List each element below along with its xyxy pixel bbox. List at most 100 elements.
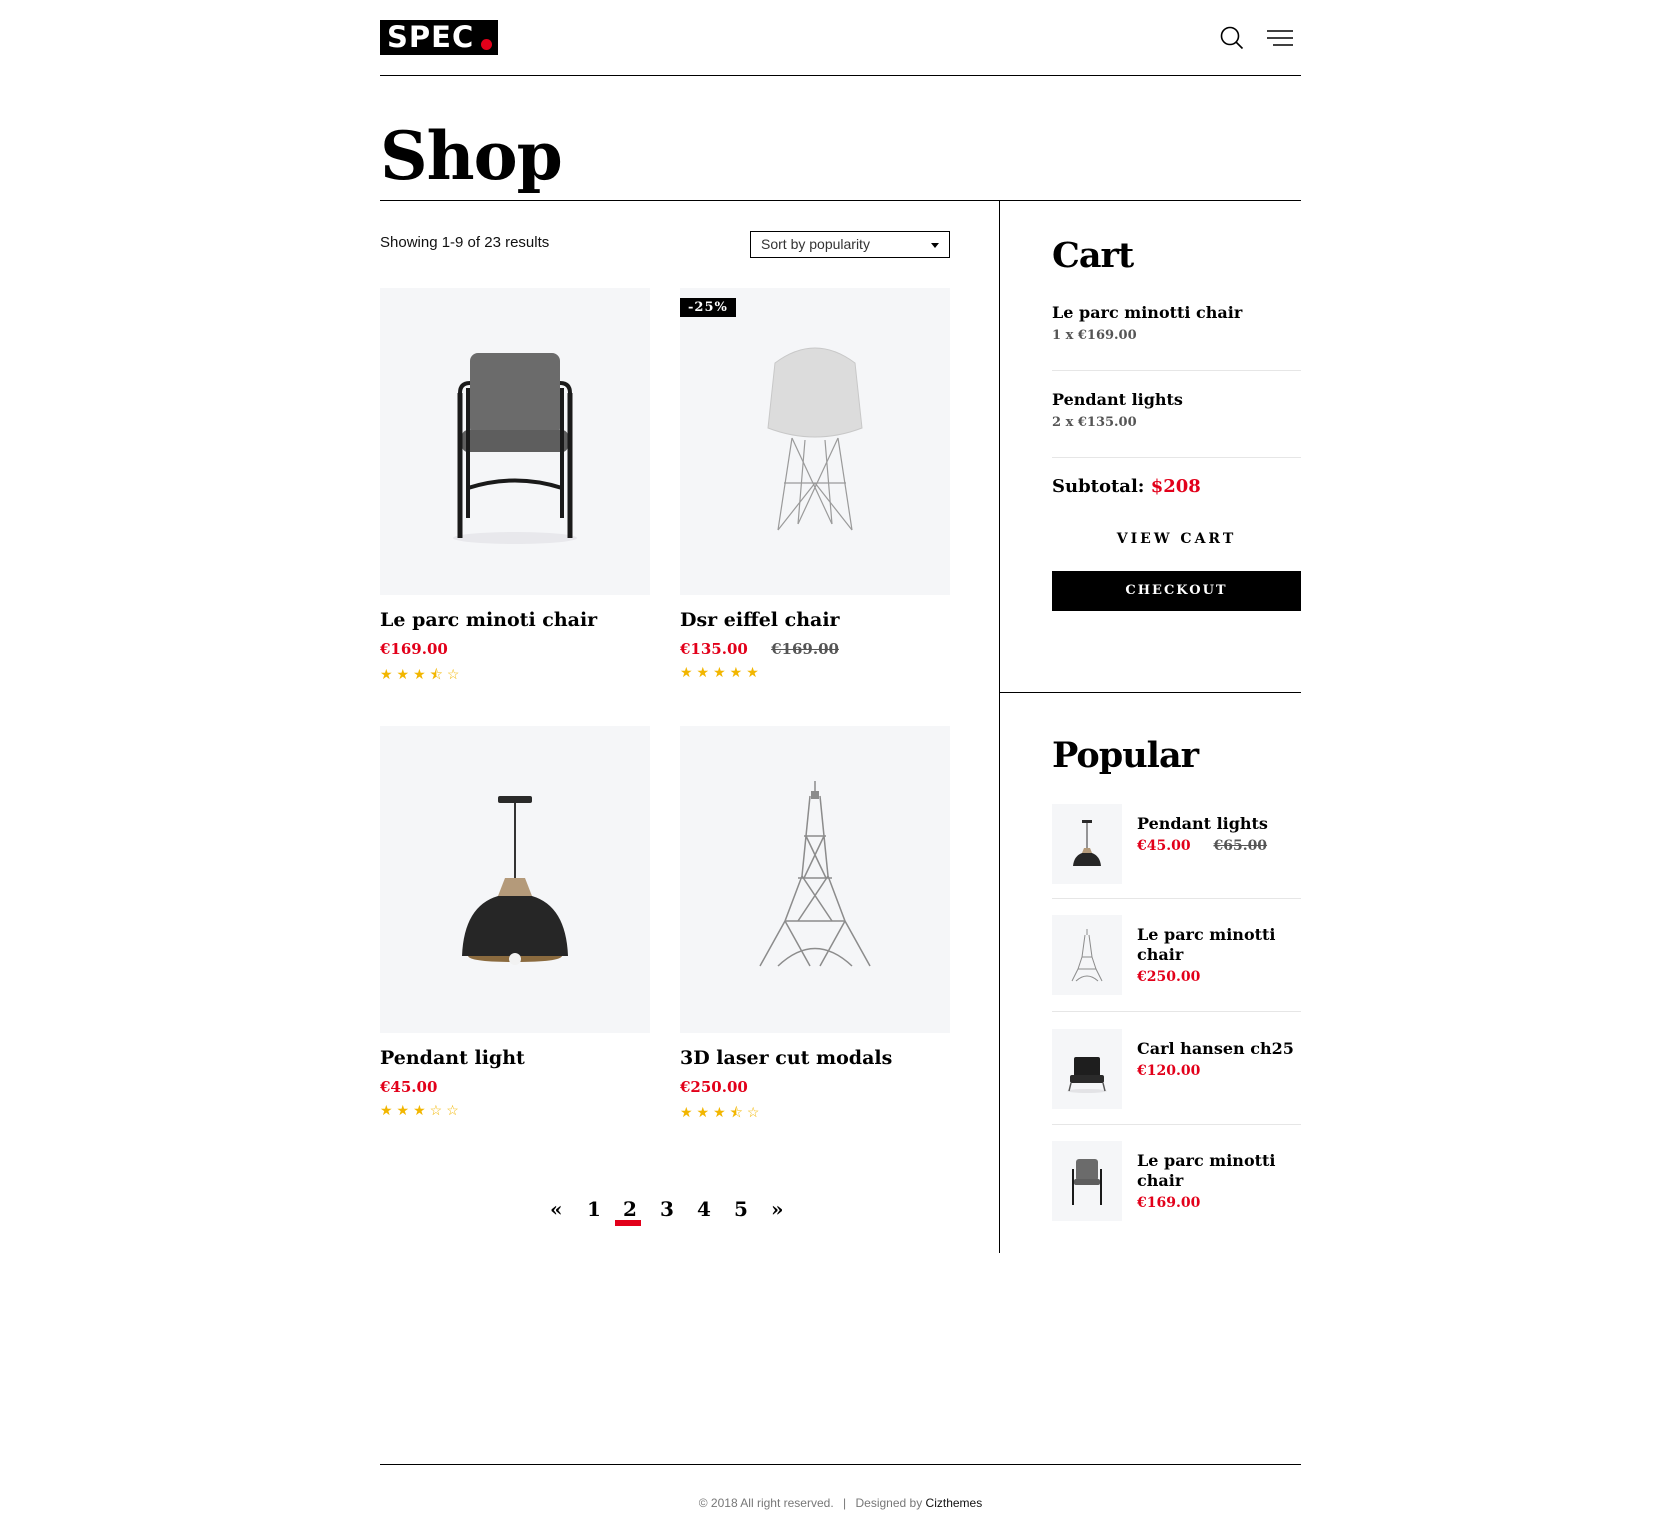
logo-text: SPEC (387, 20, 475, 54)
pendant-lamp-thumb (1073, 820, 1101, 866)
sort-label: Sort by popularity (761, 236, 870, 252)
page-title-text: Shop (380, 117, 563, 195)
popular-item-price: €45.00 (1137, 838, 1191, 854)
pagination-page-2-current[interactable]: 2 (623, 1197, 637, 1221)
rating-stars: ★★★⯪☆ (680, 1104, 764, 1120)
product-price: €135.00 (680, 640, 748, 658)
page-title: Shop (380, 116, 568, 196)
cart-divider (1052, 457, 1301, 458)
popular-item-name[interactable]: Carl hansen ch25 (1137, 1039, 1301, 1059)
checkout-button[interactable]: CHECKOUT (1052, 571, 1301, 611)
popular-item-prices: €250.00 (1137, 969, 1301, 985)
footer-separator: | (843, 1496, 847, 1510)
product-card: Le parc minoti chair €169.00 ★★★⯪☆ (380, 288, 650, 688)
menu-icon[interactable] (1267, 29, 1293, 47)
sidebar-section-divider (999, 692, 1301, 693)
footer-divider (380, 1464, 1301, 1465)
cart-item: Pendant lights 2 x €135.00 (1052, 390, 1301, 430)
product-image[interactable] (380, 288, 650, 595)
product-price: €45.00 (380, 1078, 438, 1096)
pagination-next[interactable]: » (771, 1197, 784, 1221)
popular-item-prices: €169.00 (1137, 1195, 1301, 1211)
pagination: « 1 2 3 4 5 » (550, 1197, 800, 1227)
site-header: SPEC (380, 20, 1301, 76)
cart-item-name[interactable]: Le parc minotti chair (1052, 303, 1301, 323)
discount-badge: -25% (680, 298, 736, 317)
footer-copyright: © 2018 All right reserved. (698, 1496, 834, 1510)
pagination-page-1[interactable]: 1 (587, 1197, 601, 1221)
product-image[interactable]: -25% (680, 288, 950, 595)
site-logo[interactable]: SPEC (380, 20, 498, 55)
view-cart-button[interactable]: VIEW CART (1052, 531, 1301, 547)
sort-select[interactable]: Sort by popularity (750, 231, 950, 258)
cart-divider (1052, 370, 1301, 371)
subtotal-label: Subtotal: (1052, 476, 1145, 497)
product-old-price: €169.00 (771, 640, 839, 658)
product-name[interactable]: Dsr eiffel chair (680, 608, 950, 632)
footer-brand-link[interactable]: Cizthemes (926, 1496, 983, 1510)
product-name[interactable]: Pendant light (380, 1046, 650, 1070)
popular-item-info: Pendant lights €45.00 €65.00 (1137, 814, 1301, 854)
popular-item-thumb[interactable] (1052, 1029, 1122, 1109)
pagination-prev[interactable]: « (550, 1197, 563, 1221)
site-footer: © 2018 All right reserved. | Designed by… (380, 1496, 1301, 1510)
product-card: Pendant light €45.00 ★★★☆☆ (380, 726, 650, 1119)
product-price: €250.00 (680, 1078, 748, 1096)
subtotal-value: $208 (1150, 476, 1201, 497)
popular-item-info: Carl hansen ch25 €120.00 (1137, 1039, 1301, 1079)
caret-down-icon (931, 243, 939, 248)
product-image[interactable] (680, 726, 950, 1033)
lounge-chair-thumb (1067, 1057, 1107, 1093)
eiffel-tower-image (759, 781, 871, 967)
result-count: Showing 1-9 of 23 results (380, 234, 550, 251)
product-name[interactable]: Le parc minoti chair (380, 608, 650, 632)
popular-divider (1052, 1124, 1301, 1125)
product-name[interactable]: 3D laser cut modals (680, 1046, 950, 1070)
product-card: -25% Dsr eiffel chair €135.00 €169.00 ★★… (680, 288, 950, 681)
popular-item-prices: €45.00 €65.00 (1137, 838, 1301, 854)
popular-item-info: Le parc minotti chair €169.00 (1137, 1151, 1301, 1211)
popular-item-price: €250.00 (1137, 969, 1201, 985)
popular-item-thumb[interactable] (1052, 915, 1122, 995)
popular-title-text: Popular (1052, 735, 1199, 776)
product-price: €169.00 (380, 640, 448, 658)
popular-divider (1052, 1011, 1301, 1012)
rating-stars: ★★★★★ (680, 664, 763, 680)
armchair-thumb (1072, 1159, 1102, 1205)
popular-item-name[interactable]: Le parc minotti chair (1137, 1151, 1301, 1191)
product-image[interactable] (380, 726, 650, 1033)
cart-item-name[interactable]: Pendant lights (1052, 390, 1301, 410)
pagination-page-4[interactable]: 4 (697, 1197, 711, 1221)
pendant-lamp-image (462, 796, 568, 965)
cart-title-text: Cart (1052, 235, 1134, 276)
product-prices: €45.00 (380, 1078, 650, 1096)
popular-divider (1052, 898, 1301, 899)
cart-title: Cart (1052, 235, 1134, 276)
cart-item-qty: 1 x €169.00 (1052, 328, 1137, 343)
popular-item-price: €120.00 (1137, 1063, 1201, 1079)
sidebar-divider (999, 200, 1000, 1253)
product-prices: €169.00 (380, 640, 650, 658)
footer-designed-by: Designed by (855, 1496, 923, 1510)
eiffel-tower-thumb (1071, 929, 1103, 982)
popular-item-name[interactable]: Le parc minotti chair (1137, 925, 1301, 965)
cart-item: Le parc minotti chair 1 x €169.00 (1052, 303, 1301, 343)
title-divider (380, 200, 1301, 201)
eiffel-chair-image (767, 347, 863, 531)
popular-title: Popular (1052, 735, 1204, 776)
pagination-page-3[interactable]: 3 (660, 1197, 674, 1221)
popular-item-name[interactable]: Pendant lights (1137, 814, 1301, 834)
pagination-page-5[interactable]: 5 (734, 1197, 748, 1221)
logo-dot (481, 39, 492, 50)
popular-item-prices: €120.00 (1137, 1063, 1301, 1079)
popular-item-thumb[interactable] (1052, 1141, 1122, 1221)
rating-stars: ★★★☆☆ (380, 1102, 463, 1118)
cart-item-qty: 2 x €135.00 (1052, 415, 1137, 430)
popular-item-thumb[interactable] (1052, 804, 1122, 884)
search-icon[interactable] (1220, 26, 1244, 50)
product-prices: €250.00 (680, 1078, 950, 1096)
cart-subtotal: Subtotal: $208 (1052, 476, 1201, 497)
product-card: 3D laser cut modals €250.00 ★★★⯪☆ (680, 726, 950, 1126)
product-prices: €135.00 €169.00 (680, 640, 950, 658)
armchair-image (453, 353, 577, 544)
